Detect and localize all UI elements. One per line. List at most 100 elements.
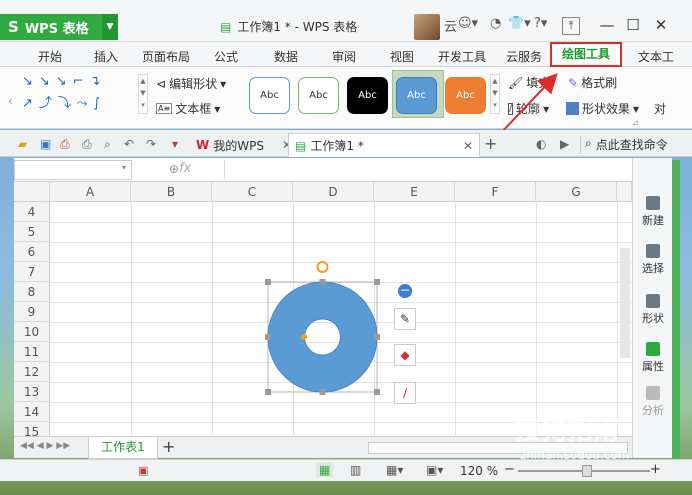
pdf-icon[interactable]: ⎙	[60, 137, 70, 152]
gridline	[617, 202, 618, 436]
panel-shapes[interactable]: 形状	[633, 294, 673, 326]
normal-view-icon[interactable]: ▦	[316, 463, 334, 477]
panel-properties[interactable]: 属性	[633, 342, 673, 374]
row-header-8[interactable]: 8	[14, 282, 50, 302]
add-sheet-icon[interactable]: +	[162, 437, 175, 456]
resize-handle[interactable]	[319, 279, 326, 285]
analysis-icon	[646, 386, 660, 400]
edit-shape-mini-button[interactable]: ✎	[394, 308, 416, 330]
gridline	[536, 202, 537, 436]
customize-icon[interactable]: ▾	[172, 137, 178, 151]
new-tab-icon[interactable]: +	[484, 134, 497, 153]
outline-mini-button[interactable]: ∕	[394, 382, 416, 404]
select-icon	[646, 244, 660, 258]
cloud-sync-icon[interactable]: ◐	[536, 137, 546, 151]
column-header-a[interactable]: A	[50, 182, 131, 202]
sheet-tab-1[interactable]: 工作表1	[88, 437, 158, 459]
donut-shape[interactable]	[267, 281, 378, 393]
resize-handle[interactable]	[265, 389, 271, 395]
row-header-13[interactable]: 13	[14, 382, 50, 402]
zoom-slider-thumb[interactable]	[582, 465, 592, 477]
fill-mini-button[interactable]: ◆	[394, 344, 416, 366]
save-icon[interactable]: ▣	[40, 137, 51, 151]
close-icon[interactable]: ✕	[463, 139, 473, 153]
tab-my-wps-label: 我的WPS	[213, 138, 264, 153]
column-header-h[interactable]	[617, 182, 632, 202]
resize-handle[interactable]	[374, 334, 380, 340]
column-header-c[interactable]: C	[212, 182, 293, 202]
gridline	[455, 202, 456, 436]
row-header-7[interactable]: 7	[14, 262, 50, 282]
zoom-out-icon[interactable]: −	[504, 462, 515, 477]
gridline	[50, 222, 632, 223]
collapse-icon[interactable]: −	[398, 284, 412, 298]
panel-select[interactable]: 选择	[633, 244, 673, 276]
command-search[interactable]: ⌕ 点此查找命令	[580, 136, 668, 153]
tab-workbook[interactable]: ▤ 工作簿1 * ✕	[288, 133, 480, 157]
row-header-9[interactable]: 9	[14, 302, 50, 322]
fx-button[interactable]: fx	[179, 161, 191, 176]
spreadsheet-grid[interactable]: A B C D E F G 4 5 6 7 8 9 10 11 12 13 14…	[14, 182, 632, 436]
rotate-handle-icon[interactable]	[316, 261, 329, 273]
watermark-url: zhinan.sogou.com	[520, 448, 630, 462]
sheet-nav-icon[interactable]: ◀◀ ◀ ▶ ▶▶	[20, 441, 70, 451]
row-header-6[interactable]: 6	[14, 242, 50, 262]
panel-new-label: 新建	[642, 214, 664, 227]
undo-icon[interactable]: ↶	[124, 137, 134, 151]
gridline	[50, 242, 632, 243]
search-icon: ⌕	[585, 136, 592, 150]
resize-handle[interactable]	[374, 389, 380, 395]
panel-new[interactable]: 新建	[633, 196, 673, 228]
resize-handle[interactable]	[374, 279, 380, 285]
tab-workbook-label: 工作簿1 *	[310, 139, 364, 153]
print-icon[interactable]: ⎙	[82, 137, 92, 152]
row-header-14[interactable]: 14	[14, 402, 50, 422]
column-header-f[interactable]: F	[455, 182, 536, 202]
vertical-scrollbar[interactable]	[620, 248, 630, 358]
share-icon[interactable]: ▶	[560, 137, 569, 151]
column-header-d[interactable]: D	[293, 182, 374, 202]
zoom-level[interactable]: 120 %	[460, 464, 498, 478]
chevron-down-icon[interactable]: ▾	[122, 163, 126, 172]
new-icon	[646, 196, 660, 210]
row-header-15[interactable]: 15	[14, 422, 50, 436]
redo-icon[interactable]: ↷	[146, 137, 156, 151]
gridline	[131, 202, 132, 436]
zoom-formula-icon[interactable]: ⊕	[169, 162, 179, 176]
reading-mode-icon[interactable]: ▣▾	[426, 463, 443, 477]
row-header-4[interactable]: 4	[14, 202, 50, 222]
formula-bar: ▾ ⊕ fx	[14, 158, 632, 182]
page-break-icon[interactable]: ▦▾	[386, 463, 403, 477]
page-view-icon[interactable]: ▥	[350, 463, 361, 477]
panel-properties-label: 属性	[642, 360, 664, 373]
formula-input[interactable]	[224, 160, 624, 180]
resize-handle[interactable]	[319, 389, 326, 395]
command-search-label: 点此查找命令	[595, 138, 668, 152]
properties-icon	[646, 342, 660, 356]
resize-handle[interactable]	[265, 334, 271, 340]
adjust-handle[interactable]	[301, 334, 307, 340]
tab-my-wps[interactable]: W 我的WPS ✕	[190, 133, 298, 157]
name-box[interactable]	[14, 160, 132, 180]
resize-handle[interactable]	[265, 279, 271, 285]
panel-analysis-label: 分析	[642, 404, 664, 417]
row-header-5[interactable]: 5	[14, 222, 50, 242]
print-preview-icon[interactable]: ⌕	[104, 137, 111, 152]
paint-bucket-icon: ◆	[400, 348, 410, 362]
row-header-11[interactable]: 11	[14, 342, 50, 362]
zoom-in-icon[interactable]: +	[650, 462, 661, 477]
outline-pen-icon: ∕	[402, 386, 408, 400]
panel-expand-handle[interactable]	[672, 160, 680, 460]
panel-select-label: 选择	[642, 262, 664, 275]
row-header-10[interactable]: 10	[14, 322, 50, 342]
row-header-12[interactable]: 12	[14, 362, 50, 382]
macro-icon[interactable]: ▣	[138, 464, 148, 477]
watermark-logo: 搜狗指南	[515, 416, 620, 446]
pencil-icon: ✎	[399, 312, 411, 326]
panel-analysis[interactable]: 分析	[633, 386, 673, 418]
select-all-corner[interactable]	[14, 182, 50, 202]
open-folder-icon[interactable]: ▰	[18, 137, 27, 151]
column-header-g[interactable]: G	[536, 182, 617, 202]
column-header-e[interactable]: E	[374, 182, 455, 202]
column-header-b[interactable]: B	[131, 182, 212, 202]
